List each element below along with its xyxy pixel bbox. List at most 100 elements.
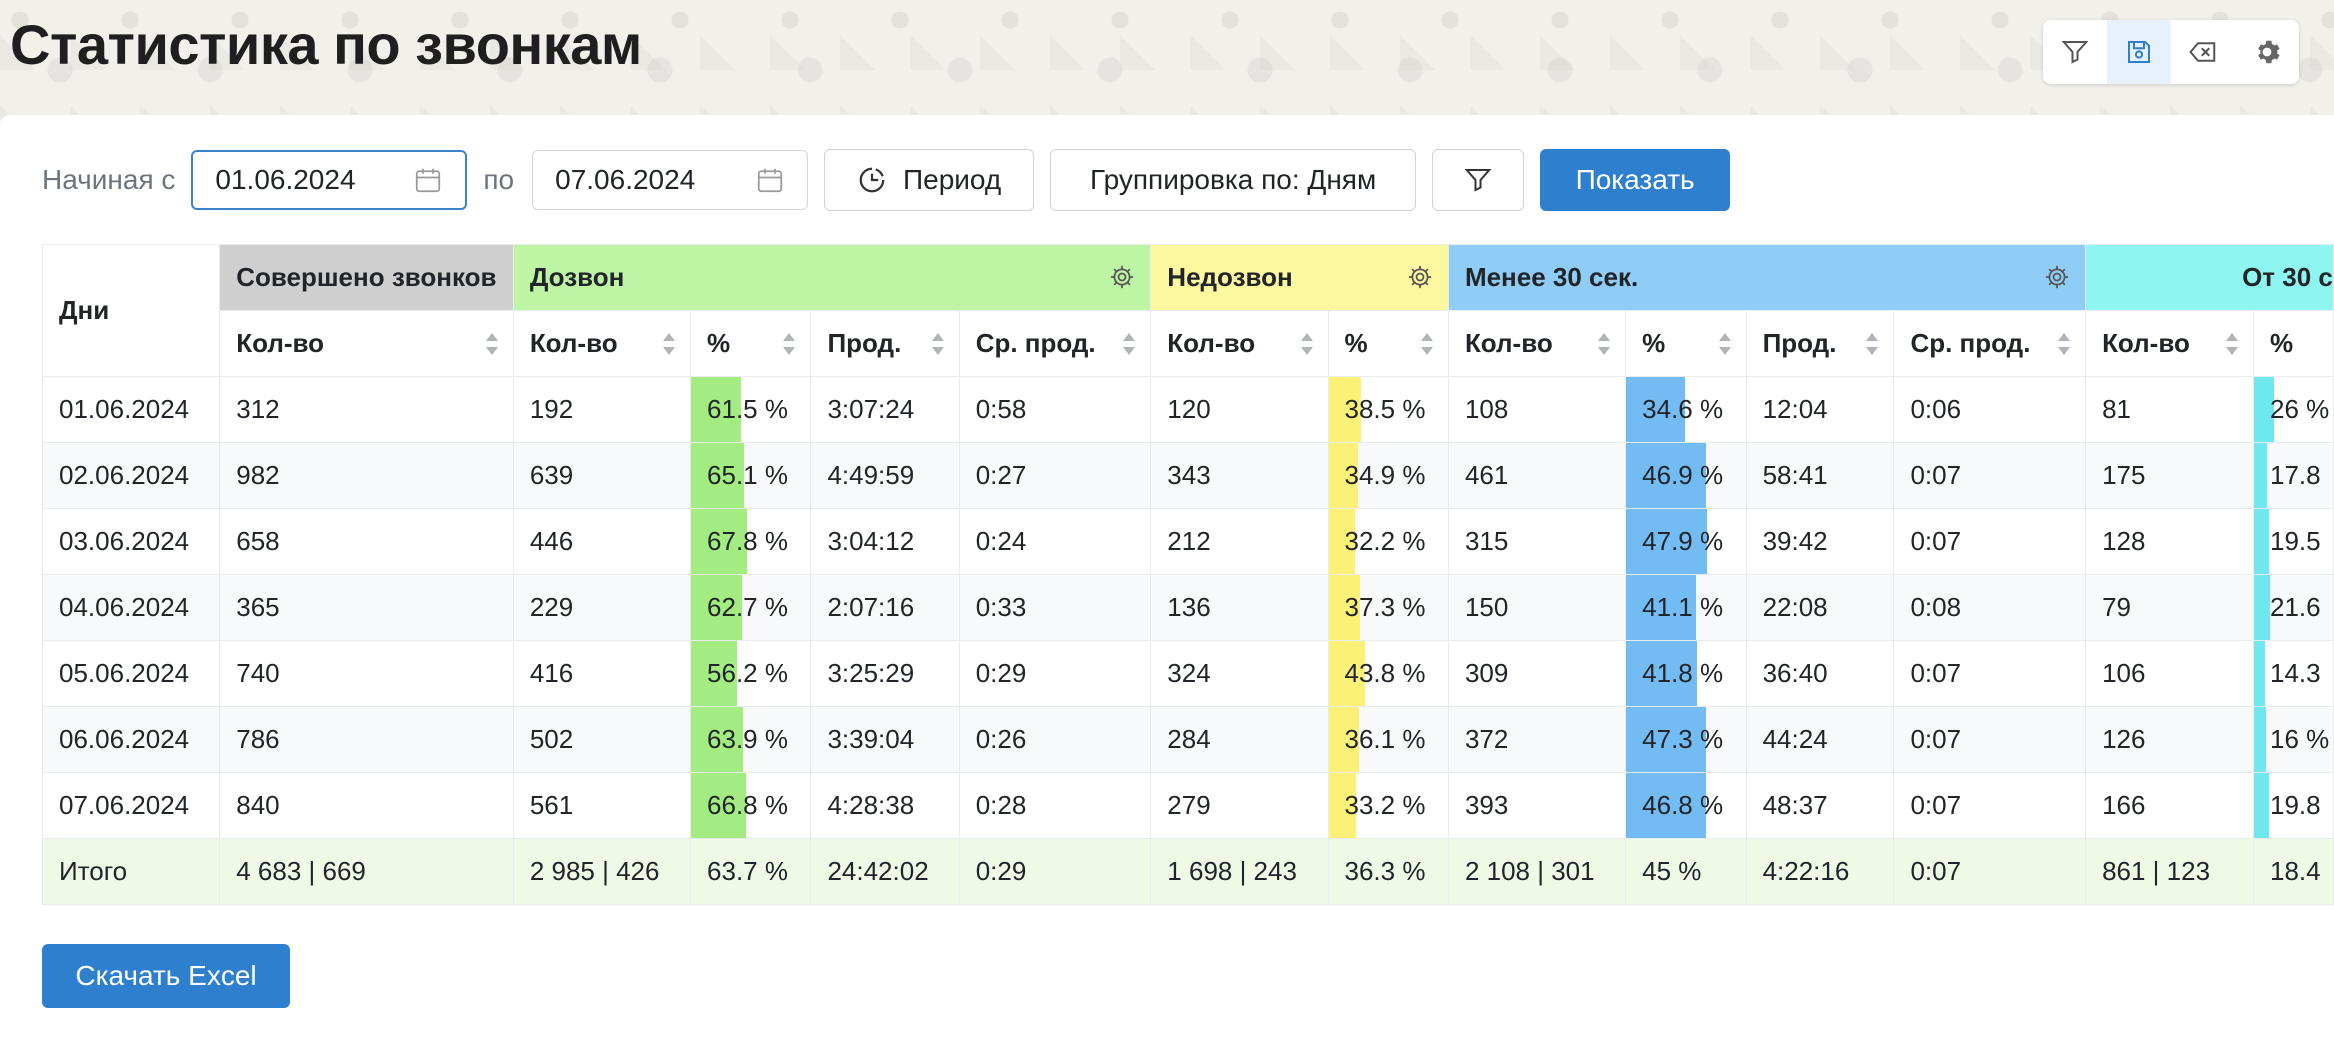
- cell-text: 14.3: [2270, 658, 2321, 688]
- sort-icon: [663, 333, 676, 355]
- cell-u-dur: 58:41: [1745, 442, 1895, 509]
- cell-r-dur: 3:07:24: [810, 376, 960, 443]
- to-date-value: 07.06.2024: [555, 164, 696, 195]
- save-toolbar-button[interactable]: [2107, 20, 2171, 84]
- cell-n-pct: 32.2 %: [1327, 508, 1449, 575]
- cell-f-pct: 26 %: [2253, 376, 2334, 443]
- table-body: 01.06.2024 312 192 61.5 % 3:07:24 0:58 120 38.5…: [41, 376, 2334, 905]
- cell-made: 840: [219, 772, 514, 839]
- cell-u-avg: 0:07: [1893, 508, 2087, 575]
- cell-text: 43.8 %: [1344, 658, 1426, 688]
- clear-toolbar-button[interactable]: [2171, 20, 2235, 84]
- cell-text: 0:08: [1910, 592, 1962, 622]
- cell-day: 05.06.2024: [41, 640, 221, 707]
- cell-text: 18.4: [2270, 856, 2321, 886]
- subheader-label: Ср. прод.: [1910, 328, 2031, 358]
- cell-f-cnt: 126: [2085, 706, 2255, 773]
- show-button[interactable]: Показать: [1540, 149, 1731, 211]
- subheader-row: Кол-во Кол-во% Прод. Ср. прод. Кол-во% Кол-во…: [43, 310, 2334, 377]
- cell-n-pct: 38.5 %: [1327, 376, 1449, 443]
- cell-text: 372: [1464, 724, 1509, 754]
- cell-r-dur: 4:49:59: [810, 442, 960, 509]
- table-row: 06.06.2024 786 502 63.9 % 3:39:04 0:26 284 36.1…: [41, 706, 2334, 773]
- from-30-pct-sort-header[interactable]: %: [2253, 310, 2334, 377]
- cell-text: 0:24: [975, 526, 1027, 556]
- cell-f-cnt: 175: [2085, 442, 2255, 509]
- grouping-button[interactable]: Группировка по: Дням: [1050, 149, 1417, 211]
- gear-icon[interactable]: [1406, 263, 1434, 291]
- cell-day: 06.06.2024: [41, 706, 221, 773]
- cell-text: 63.9 %: [707, 724, 788, 754]
- not-reached-pct-sort-header[interactable]: %: [1327, 310, 1449, 377]
- cell-n-cnt: 120: [1150, 376, 1329, 443]
- under-30-pct-sort-header[interactable]: %: [1625, 310, 1747, 377]
- cell-made: 312: [219, 376, 514, 443]
- gear-icon[interactable]: [1108, 263, 1136, 291]
- to-date-input[interactable]: 07.06.2024: [532, 150, 809, 210]
- cell-r-cnt: 502: [512, 706, 692, 773]
- cell-day: 07.06.2024: [41, 772, 221, 839]
- under-30-dur-sort-header[interactable]: Прод.: [1745, 310, 1895, 377]
- gear-icon[interactable]: [2043, 263, 2071, 291]
- cell-text: 982: [236, 460, 280, 490]
- from-30-count-sort-header[interactable]: Кол-во: [2085, 310, 2255, 377]
- period-button[interactable]: Период: [824, 149, 1035, 211]
- made-count-sort-header[interactable]: Кол-во: [219, 310, 514, 377]
- cell-r-dur: 4:28:38: [810, 772, 960, 839]
- reached-avg-sort-header[interactable]: Ср. прод.: [958, 310, 1152, 377]
- reached-pct-sort-header[interactable]: %: [690, 310, 812, 377]
- under-30-avg-sort-header[interactable]: Ср. прод.: [1893, 310, 2087, 377]
- cell-u-avg: 0:08: [1893, 574, 2087, 641]
- cell-text: 19.5: [2270, 526, 2321, 556]
- cell-text: 461: [1464, 460, 1509, 490]
- cell-text: 41.8 %: [1642, 658, 1724, 688]
- table-row: 07.06.2024 840 561 66.8 % 4:28:38 0:28 279 33.2…: [41, 772, 2334, 839]
- cell-text: 0:07: [1910, 460, 1962, 490]
- not-reached-group-header: Недозвон: [1150, 244, 1449, 311]
- settings-toolbar-button[interactable]: [2235, 20, 2299, 84]
- cell-r-pct: 62.7 %: [690, 574, 812, 641]
- subheader-label: Ср. прод.: [975, 328, 1096, 358]
- sort-icon: [1598, 333, 1611, 355]
- cell-text: 0:29: [975, 658, 1027, 688]
- subheader-label: %: [707, 328, 731, 358]
- cell-u-pct: 46.9 %: [1625, 442, 1747, 509]
- download-excel-button[interactable]: Скачать Excel: [42, 944, 290, 1008]
- cell-n-pct: 37.3 %: [1327, 574, 1449, 641]
- cell-n-cnt: 279: [1150, 772, 1329, 839]
- calendar-icon: [416, 168, 441, 193]
- reached-count-sort-header[interactable]: Кол-во: [512, 310, 692, 377]
- cell-text: 36:40: [1762, 658, 1828, 688]
- cell-f-pct: 18.4: [2253, 838, 2334, 905]
- table-row: 01.06.2024 312 192 61.5 % 3:07:24 0:58 120 38.5…: [41, 376, 2334, 443]
- cell-u-pct: 45 %: [1625, 838, 1747, 905]
- table-row: 05.06.2024 740 416 56.2 % 3:25:29 0:29 324 43.8…: [41, 640, 2334, 707]
- page-title: Статистика по звонкам: [10, 13, 642, 76]
- filter-toolbar-button[interactable]: [2043, 20, 2107, 84]
- cell-text: 4:22:16: [1762, 856, 1850, 886]
- under-30-group-label: Менее 30 сек.: [1464, 262, 1639, 292]
- cell-u-pct: 47.9 %: [1625, 508, 1747, 575]
- cell-text: 279: [1167, 790, 1211, 820]
- under-30-count-sort-header[interactable]: Кол-во: [1447, 310, 1627, 377]
- cell-f-pct: 17.8: [2253, 442, 2334, 509]
- from-date-value: 01.06.2024: [215, 164, 356, 195]
- not-reached-count-sort-header[interactable]: Кол-во: [1150, 310, 1329, 377]
- filter-button[interactable]: [1432, 149, 1525, 211]
- cell-r-pct: 63.7 %: [690, 838, 812, 905]
- cell-day: 02.06.2024: [41, 442, 221, 509]
- reached-dur-sort-header[interactable]: Прод.: [810, 310, 960, 377]
- cell-u-dur: 4:22:16: [1745, 838, 1895, 905]
- cell-text: 106: [2102, 658, 2146, 688]
- cell-text: 81: [2102, 394, 2131, 424]
- cell-text: 0:07: [1910, 526, 1962, 556]
- cell-day: 01.06.2024: [41, 376, 221, 443]
- from-date-input[interactable]: 01.06.2024: [191, 150, 468, 210]
- cell-r-cnt: 416: [512, 640, 692, 707]
- cell-text: 2 985 | 426: [529, 856, 660, 886]
- sort-icon: [1300, 333, 1313, 355]
- cell-r-avg: 0:27: [958, 442, 1152, 509]
- period-clock-icon: [859, 167, 885, 193]
- cell-text: 150: [1464, 592, 1509, 622]
- cell-text: 136: [1167, 592, 1211, 622]
